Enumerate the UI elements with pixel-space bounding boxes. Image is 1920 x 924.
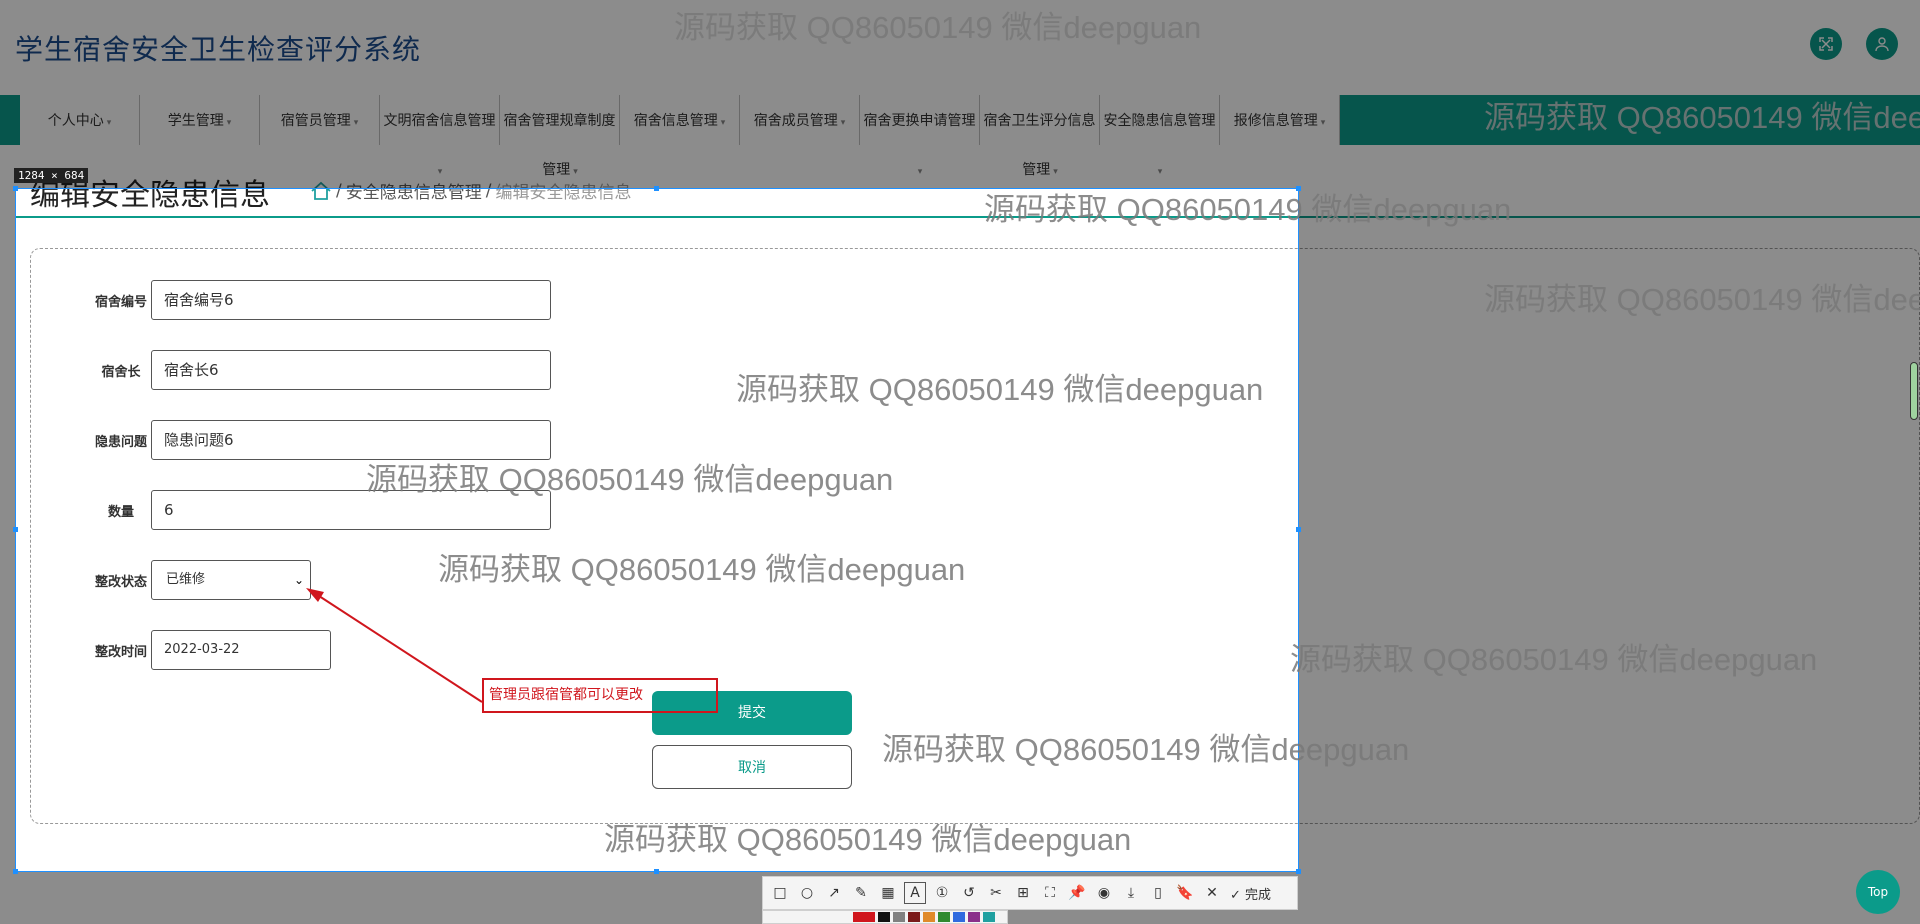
crop-icon[interactable]: ⛶ (1039, 882, 1061, 904)
resize-handle[interactable] (1296, 527, 1301, 532)
resize-handle[interactable] (654, 186, 659, 191)
undo-icon[interactable]: ↺ (958, 882, 980, 904)
device-icon[interactable]: ▯ (1147, 882, 1169, 904)
color-swatch-green[interactable] (938, 912, 950, 922)
capture-selection[interactable] (15, 188, 1299, 872)
selection-size-label: 1284 × 684 (14, 168, 89, 183)
watermark: 源码获取 QQ86050149 微信deepguan (438, 552, 966, 587)
pin-icon[interactable]: 📌 (1066, 882, 1088, 904)
capture-toolbar: □ ○ ↗ ✎ ▦ A ① ↺ ✂ ⊞ ⛶ 📌 ◉ ⤓ ▯ 🔖 ✕ ✓ 完成 (762, 876, 1298, 910)
annotation-text-box[interactable]: 管理员跟宿管都可以更改 (482, 678, 718, 713)
watermark: 源码获取 QQ86050149 微信deepguan (1484, 282, 1920, 317)
scissors-icon[interactable]: ✂ (985, 882, 1007, 904)
rectangle-icon[interactable]: □ (769, 882, 791, 904)
resize-handle[interactable] (13, 869, 18, 874)
resize-handle[interactable] (1296, 869, 1301, 874)
back-to-top-button[interactable]: Top (1856, 870, 1900, 914)
watermark: 源码获取 QQ86050149 微信deepguan (882, 732, 1410, 767)
color-swatch-teal[interactable] (983, 912, 995, 922)
record-icon[interactable]: ◉ (1093, 882, 1115, 904)
number-icon[interactable]: ① (931, 882, 953, 904)
watermark: 源码获取 QQ86050149 微信deepguan (366, 462, 894, 497)
check-icon: ✓ (1230, 887, 1241, 903)
color-swatch-maroon[interactable] (908, 912, 920, 922)
color-swatch-purple[interactable] (968, 912, 980, 922)
arrow-icon[interactable]: ↗ (823, 882, 845, 904)
scroll-indicator[interactable] (1910, 362, 1918, 420)
done-label: 完成 (1245, 887, 1272, 903)
watermark: 源码获取 QQ86050149 微信deepguan (984, 192, 1512, 227)
watermark: 源码获取 QQ86050149 微信deepguan (1290, 642, 1818, 677)
watermark: 源码获取 QQ86050149 微信deepguan (736, 372, 1264, 407)
watermark: 源码获取 QQ86050149 微信deepguan (674, 10, 1202, 45)
resize-handle[interactable] (13, 527, 18, 532)
pen-icon[interactable]: ✎ (850, 882, 872, 904)
ocr-icon[interactable]: ⊞ (1012, 882, 1034, 904)
color-swatch-blue[interactable] (953, 912, 965, 922)
ellipse-icon[interactable]: ○ (796, 882, 818, 904)
done-button[interactable]: ✓ 完成 (1230, 884, 1271, 903)
download-icon[interactable]: ⤓ (1120, 882, 1142, 904)
mosaic-icon[interactable]: ▦ (877, 882, 899, 904)
watermark: 源码获取 QQ86050149 微信deepguan (604, 822, 1132, 857)
resize-handle[interactable] (13, 186, 18, 191)
resize-handle[interactable] (654, 869, 659, 874)
close-icon[interactable]: ✕ (1201, 882, 1223, 904)
color-swatch-red[interactable] (853, 912, 875, 922)
color-swatch-black[interactable] (878, 912, 890, 922)
color-swatch-gray[interactable] (893, 912, 905, 922)
color-swatch-orange[interactable] (923, 912, 935, 922)
color-palette (762, 910, 1008, 924)
text-icon[interactable]: A (904, 882, 926, 904)
watermark: 源码获取 QQ86050149 微信deepguan (1484, 100, 1920, 135)
bookmark-icon[interactable]: 🔖 (1174, 882, 1196, 904)
